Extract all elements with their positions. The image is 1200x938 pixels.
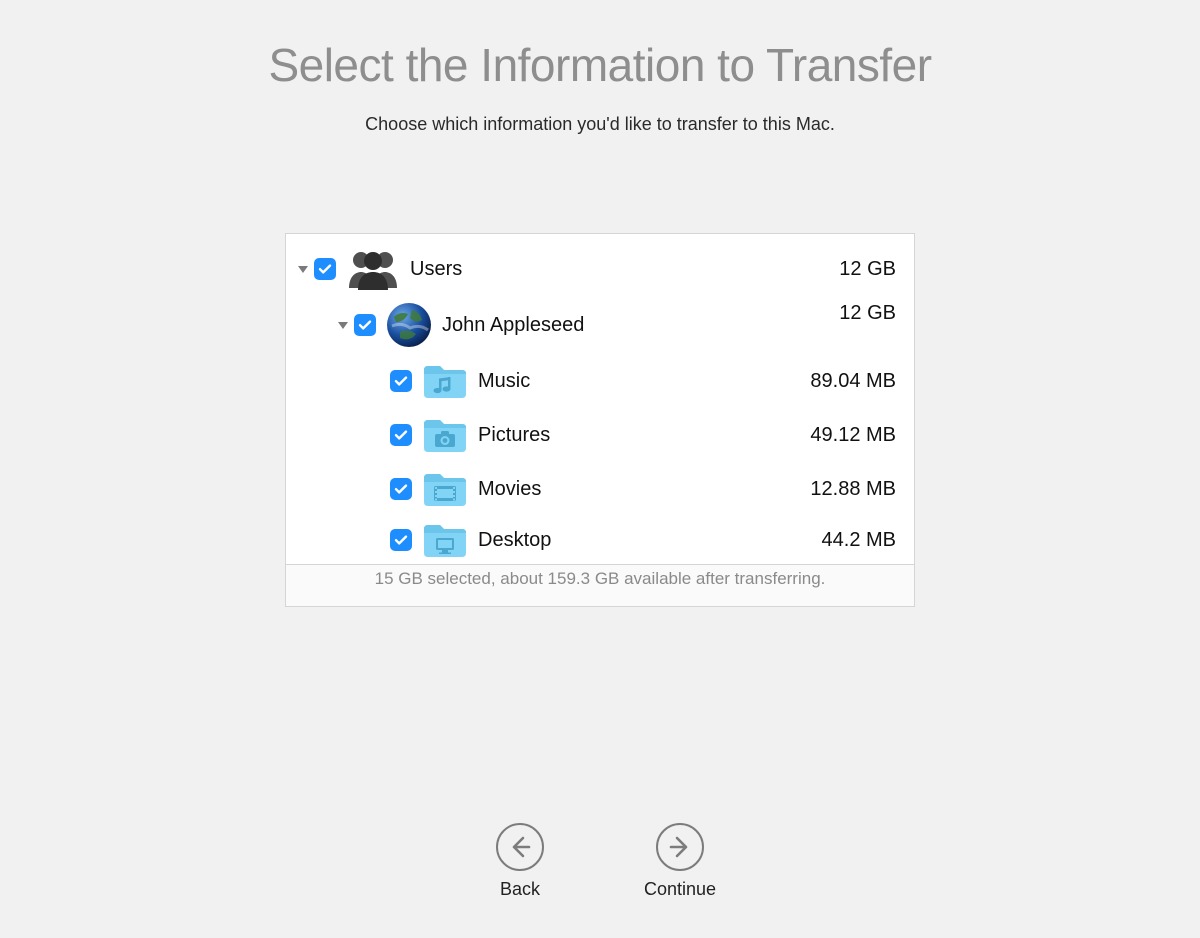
user-avatar-icon [386,302,432,348]
tree-label-users: Users [410,258,462,281]
tree-label-desktop: Desktop [478,529,551,552]
tree-size-movies: 12.88 MB [786,478,896,501]
arrow-left-icon [496,823,544,871]
users-group-icon [346,248,400,290]
back-label: Back [500,879,540,900]
tree-row-desktop[interactable]: Desktop 44.2 MB [286,516,914,564]
tree-label-pictures: Pictures [478,424,550,447]
tree-label-music: Music [478,370,530,393]
arrow-right-icon [656,823,704,871]
checkbox-user[interactable] [354,314,376,336]
status-bar: 15 GB selected, about 159.3 GB available… [286,564,914,606]
back-button[interactable]: Back [475,823,565,900]
folder-movies-icon [422,470,468,508]
tree-row-users[interactable]: Users 12 GB [286,242,914,296]
tree-row-user[interactable]: John Appleseed 12 GB [286,296,914,354]
tree-label-user: John Appleseed [442,314,584,337]
tree-size-users: 12 GB [786,258,896,281]
continue-label: Continue [644,879,716,900]
transfer-panel: Users 12 GB [285,233,915,607]
disclosure-triangle-icon[interactable] [294,260,312,278]
disclosure-triangle-icon[interactable] [334,316,352,334]
tree-size-desktop: 44.2 MB [786,529,896,552]
status-text: 15 GB selected, about 159.3 GB available… [375,569,826,589]
checkbox-pictures[interactable] [390,424,412,446]
continue-button[interactable]: Continue [635,823,725,900]
tree-size-music: 89.04 MB [786,370,896,393]
folder-music-icon [422,362,468,400]
transfer-tree[interactable]: Users 12 GB [286,234,914,564]
page-subtitle: Choose which information you'd like to t… [0,114,1200,135]
folder-desktop-icon [422,521,468,559]
page-title: Select the Information to Transfer [0,38,1200,92]
checkbox-users[interactable] [314,258,336,280]
tree-row-music[interactable]: Music 89.04 MB [286,354,914,408]
checkbox-desktop[interactable] [390,529,412,551]
checkbox-movies[interactable] [390,478,412,500]
tree-row-movies[interactable]: Movies 12.88 MB [286,462,914,516]
tree-size-user: 12 GB [786,302,896,325]
checkbox-music[interactable] [390,370,412,392]
tree-label-movies: Movies [478,478,541,501]
nav-buttons: Back Continue [0,823,1200,900]
tree-size-pictures: 49.12 MB [786,424,896,447]
tree-row-pictures[interactable]: Pictures 49.12 MB [286,408,914,462]
folder-pictures-icon [422,416,468,454]
